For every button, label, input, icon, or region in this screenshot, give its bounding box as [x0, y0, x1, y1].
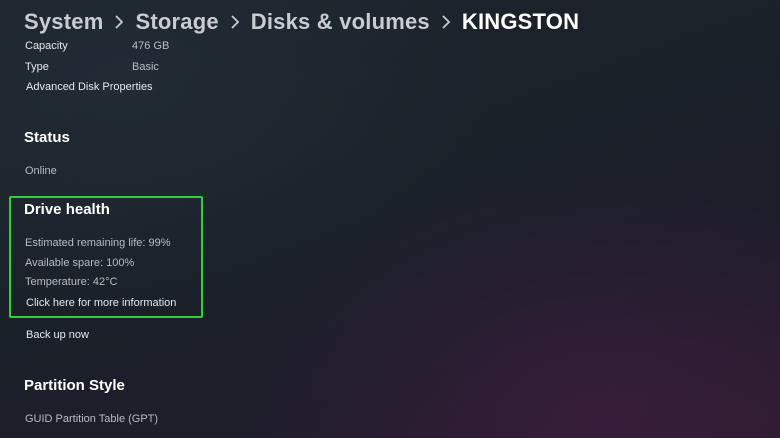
available-spare-text: Available spare: 100% — [25, 257, 135, 269]
drive-health-heading: Drive health — [24, 201, 110, 218]
capacity-value: 476 GB — [132, 40, 170, 52]
temperature-text: Temperature: 42°C — [25, 276, 118, 288]
partition-style-value: GUID Partition Table (GPT) — [25, 413, 159, 425]
back-up-now-link[interactable]: Back up now — [26, 329, 89, 341]
page-title: KINGSTON — [461, 9, 580, 34]
breadcrumb-system[interactable]: System — [24, 9, 103, 35]
type-label: Type — [25, 61, 49, 73]
breadcrumb: System Storage Disks & volumes KINGSTON — [24, 7, 579, 37]
status-value: Online — [25, 165, 57, 177]
breadcrumb-disks-volumes[interactable]: Disks & volumes — [251, 9, 430, 35]
partition-style-heading: Partition Style — [24, 377, 125, 394]
chevron-right-icon — [103, 13, 135, 31]
chevron-right-icon — [219, 13, 251, 31]
more-information-link[interactable]: Click here for more information — [26, 297, 176, 309]
chevron-right-icon — [430, 13, 462, 31]
breadcrumb-storage[interactable]: Storage — [135, 9, 218, 35]
type-value: Basic — [132, 61, 159, 73]
status-heading: Status — [24, 129, 70, 146]
advanced-disk-properties-link[interactable]: Advanced Disk Properties — [26, 81, 153, 93]
capacity-row: Capacity 476 GB — [0, 37, 300, 59]
remaining-life-text: Estimated remaining life: 99% — [25, 237, 171, 249]
capacity-label: Capacity — [25, 40, 68, 52]
